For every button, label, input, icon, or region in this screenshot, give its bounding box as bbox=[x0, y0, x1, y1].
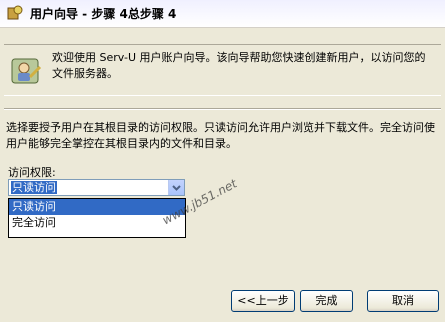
access-label: 访问权限: bbox=[8, 166, 56, 179]
welcome-text: 欢迎使用 Serv-U 用户账户向导。该向导帮助您快速创建新用户，以访问您的文件… bbox=[52, 51, 426, 80]
access-description: 选择要授予用户在其根目录的访问权限。只读访问允许用户浏览并下载文件。完全访问使用… bbox=[6, 121, 435, 150]
option-full-access[interactable]: 完全访问 bbox=[9, 215, 185, 231]
back-button[interactable]: <<上一步 bbox=[231, 290, 295, 312]
access-select-value: 只读访问 bbox=[11, 181, 57, 194]
welcome-panel: 欢迎使用 Serv-U 用户账户向导。该向导帮助您快速创建新用户，以访问您的文件… bbox=[4, 44, 441, 96]
cancel-button[interactable]: 取消 bbox=[367, 290, 439, 312]
chevron-down-icon[interactable] bbox=[168, 180, 184, 195]
access-dropdown-list: 只读访问 完全访问 bbox=[8, 198, 186, 238]
option-read-only[interactable]: 只读访问 bbox=[9, 199, 185, 215]
finish-button[interactable]: 完成 bbox=[300, 290, 353, 312]
window-title: 用户向导 - 步骤 4总步骤 4 bbox=[30, 7, 177, 21]
divider bbox=[4, 108, 441, 110]
access-select[interactable]: 只读访问 bbox=[8, 179, 185, 196]
user-wizard-icon bbox=[11, 58, 42, 84]
title-bar: 用户向导 - 步骤 4总步骤 4 bbox=[0, 0, 445, 28]
wizard-app-icon bbox=[7, 5, 23, 20]
